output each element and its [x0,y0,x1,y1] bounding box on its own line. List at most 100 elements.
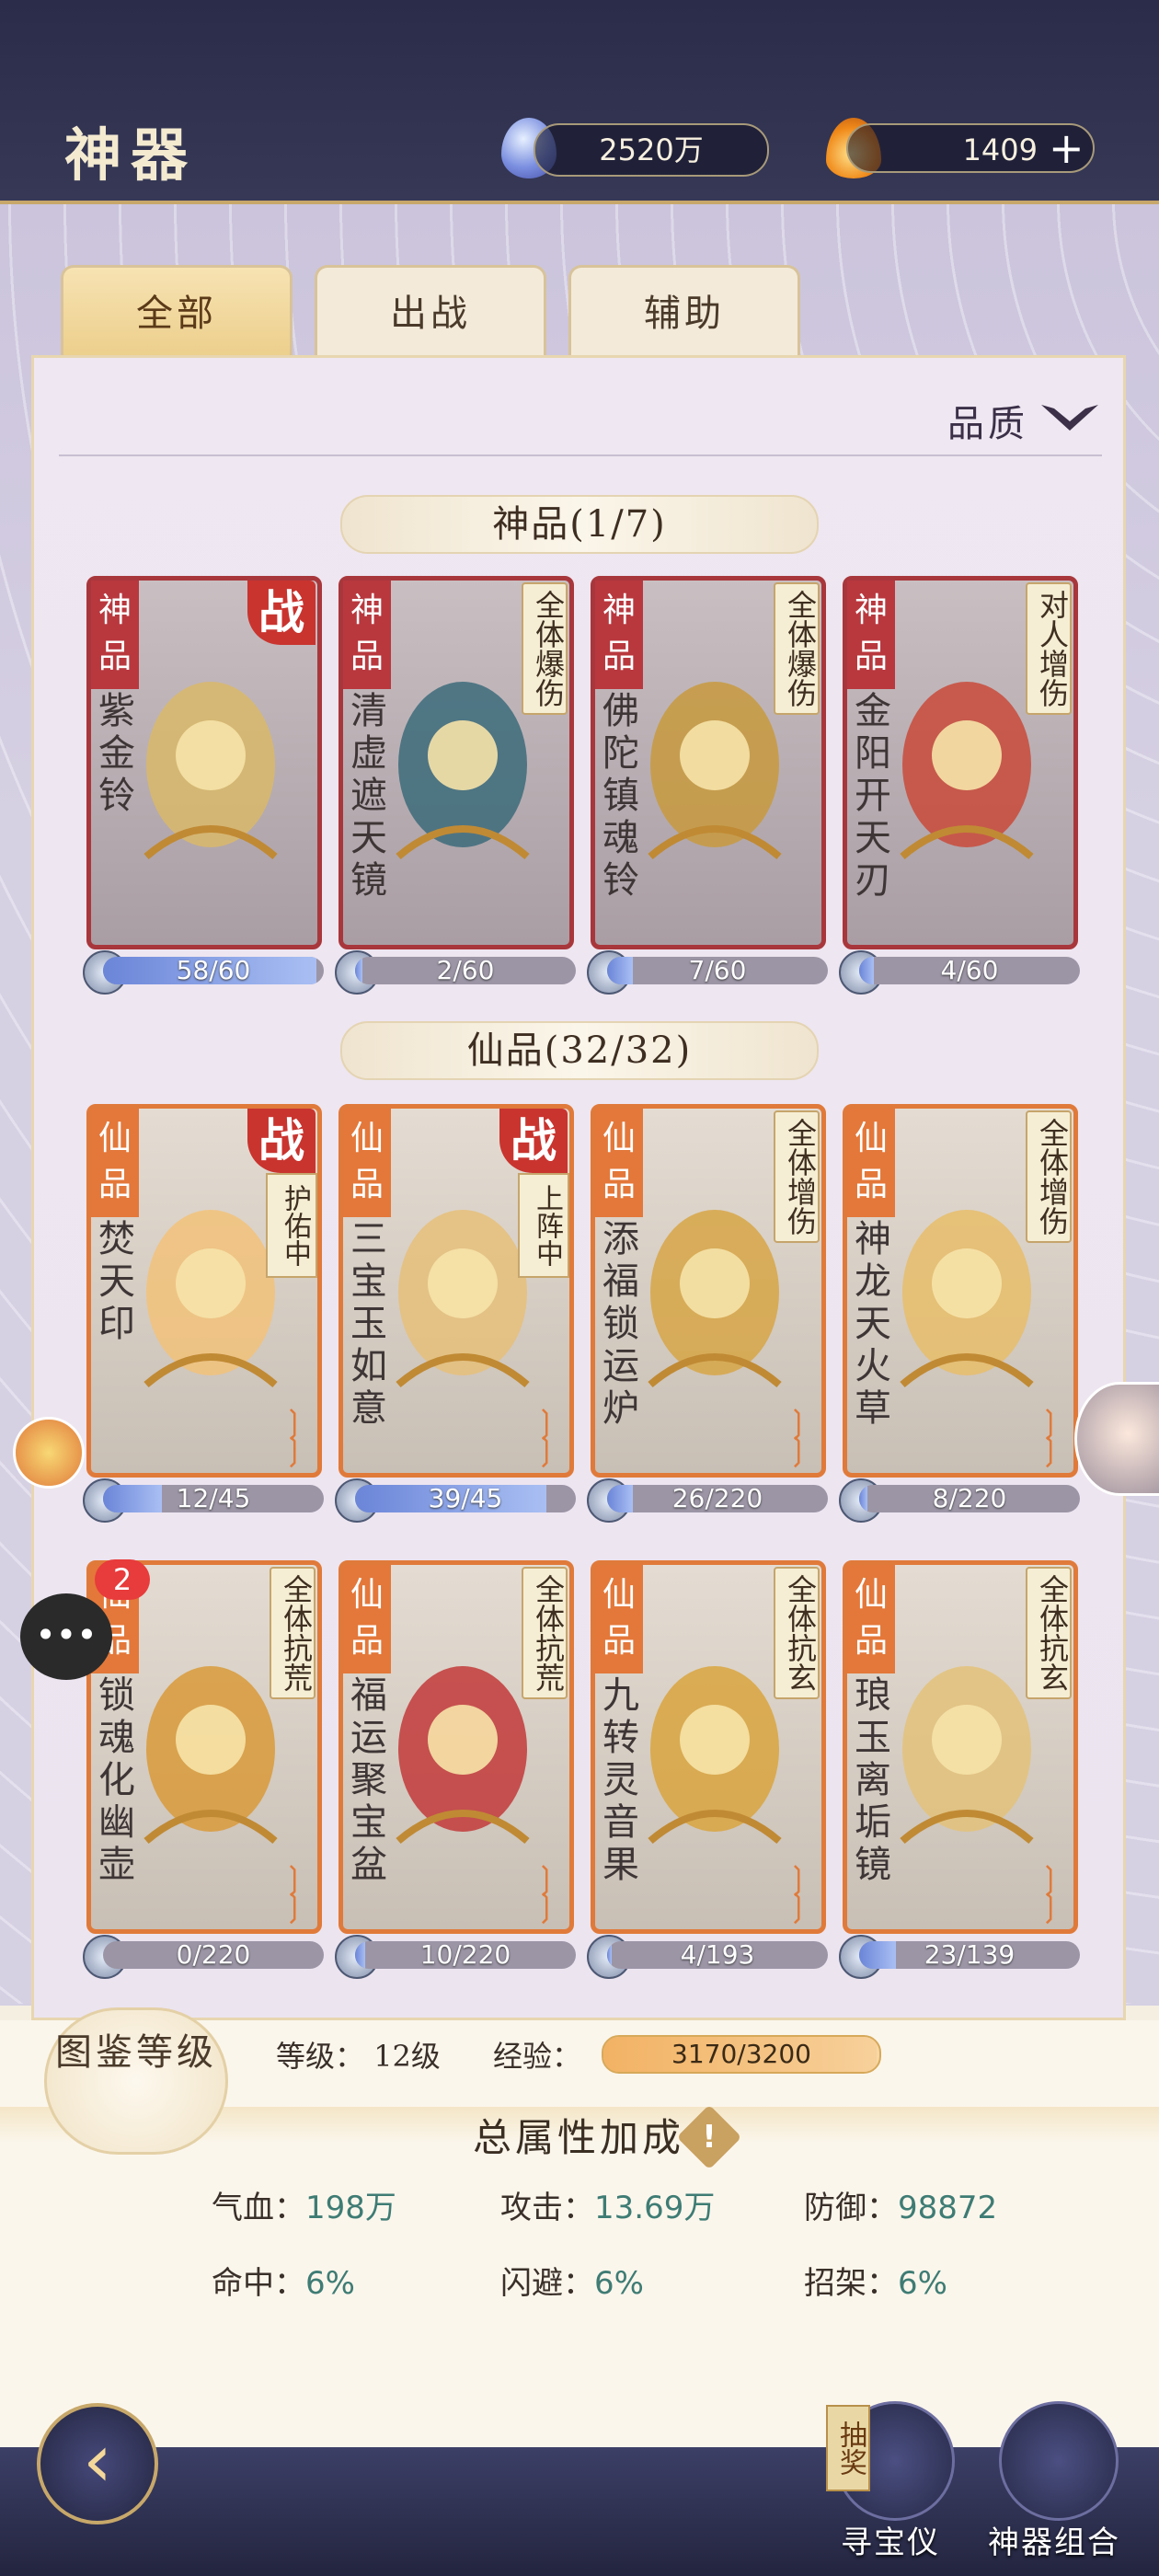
effect-tag: 全体抗荒 [270,1567,316,1699]
effect-tag: 全体增伤 [774,1110,820,1243]
exp-label: 经验： [493,2039,582,2074]
artifact-card[interactable]: 仙品 九转灵音果 全体抗玄 ❳ ❳ [591,1560,826,1934]
progress-text: 4/60 [940,957,999,984]
tab-all[interactable]: 全部 [61,265,293,357]
artifact-name: 佛陀镇魂铃 [596,691,638,903]
cloud-ornament-icon: ❳ ❳ [1036,1404,1063,1468]
grade-label: 神品 [595,581,643,689]
fragment-progress: 58/60 [103,957,324,984]
cloud-ornament-icon: ❳ ❳ [280,1404,307,1468]
stat-hit: 命中：6% [212,2265,355,2302]
fragment-progress: 12/45 [103,1485,324,1512]
quality-filter-label[interactable]: 品质 [947,394,1028,447]
effect-tag: 全体爆伤 [522,582,568,715]
grade-label: 仙品 [91,1109,139,1217]
artifact-art-icon [900,1666,1034,1845]
artifact-card[interactable]: 仙品锁魂化幽壶全体抗荒❳❳2 [86,1559,322,1934]
artifact-combo-button[interactable] [999,2401,1119,2521]
effect-tag: 全体抗玄 [1026,1567,1072,1699]
artifact-card[interactable]: 仙品 神龙天火草 全体增伤 ❳ ❳ [843,1104,1078,1478]
tab-support[interactable]: 辅助 [568,265,800,357]
battle-mark: 战 [247,581,316,645]
stat-defense: 防御：98872 [804,2190,998,2226]
stat-parry: 招架：6% [804,2265,947,2302]
artifact-art-icon [143,682,278,860]
divider [59,454,1102,456]
grade-label: 仙品 [847,1565,895,1673]
atlas-level: 等级： 12级 [276,2039,441,2074]
deploy-status: 上阵中 [518,1173,569,1278]
currency1-display: 2520万 [534,123,769,177]
mascot-shortcut-icon[interactable] [13,1417,85,1489]
character-avatar[interactable] [1074,1382,1159,1496]
cloud-ornament-icon: ❳ ❳ [784,1860,811,1925]
artifact-name: 琅玉离垢镜 [848,1675,890,1887]
artifact-name: 清虚遮天镜 [344,691,386,903]
deploy-status: 护佑中 [266,1173,317,1278]
fragment-progress: 2/60 [355,957,576,984]
artifact-card[interactable]: 仙品 焚天印 战护佑中 ❳ ❳ [86,1104,322,1478]
artifact-art-icon [648,682,782,860]
progress-text: 12/45 [176,1485,251,1512]
effect-tag: 全体爆伤 [774,582,820,715]
fragment-progress: 4/193 [607,1941,828,1969]
artifact-card[interactable]: 神品 紫金铃 战 [86,576,322,949]
fragment-progress: 0/220 [103,1941,324,1969]
bottom-nav [0,2447,1159,2576]
battle-mark: 战 [499,1109,568,1173]
grade-label: 神品 [343,581,391,689]
exp-bar: 3170/3200 [602,2035,881,2074]
grade-label: 仙品 [343,1565,391,1673]
chat-bubble-icon[interactable]: ••• [20,1593,112,1680]
stat-attack: 攻击：13.69万 [500,2190,716,2226]
stat-dodge: 闪避：6% [500,2265,644,2302]
progress-text: 58/60 [176,957,251,984]
artifact-combo-label: 神器组合 [988,2524,1120,2561]
artifact-card[interactable]: 神品 佛陀镇魂铃 全体爆伤 [591,576,826,949]
notification-badge: 2 [95,1559,150,1600]
artifact-art-icon [900,1210,1034,1388]
artifact-card[interactable]: 仙品 福运聚宝盆 全体抗荒 ❳ ❳ [339,1560,574,1934]
artifact-name: 福运聚宝盆 [344,1675,386,1887]
fragment-progress: 26/220 [607,1485,828,1512]
grade-label: 神品 [91,581,139,689]
progress-text: 7/60 [688,957,747,984]
info-icon[interactable]: ! [676,2104,742,2170]
artifact-art-icon [396,1666,530,1845]
tab-battle[interactable]: 出战 [315,265,546,357]
artifact-art-icon [648,1666,782,1845]
page-title: 神器 [64,121,198,189]
artifact-card[interactable]: 仙品 添福锁运炉 全体增伤 ❳ ❳ [591,1104,826,1478]
stat-hp: 气血：198万 [212,2190,396,2226]
fragment-progress: 4/60 [859,957,1080,984]
grade-label: 神品 [847,581,895,689]
progress-text: 4/193 [680,1941,755,1969]
artifact-card[interactable]: 仙品 三宝玉如意 战上阵中 ❳ ❳ [339,1104,574,1478]
add-currency-button[interactable]: + [1049,127,1084,169]
fragment-progress: 10/220 [355,1941,576,1969]
cloud-ornament-icon: ❳ ❳ [532,1404,559,1468]
battle-mark: 战 [247,1109,316,1173]
artifact-name: 三宝玉如意 [344,1219,386,1431]
fragment-progress: 7/60 [607,957,828,984]
effect-tag: 全体增伤 [1026,1110,1072,1243]
back-button[interactable]: ‹ [37,2403,158,2524]
artifact-card[interactable]: 神品 清虚遮天镜 全体爆伤 [339,576,574,949]
atlas-level-badge[interactable]: 图鉴等级 [44,2007,228,2155]
artifact-card[interactable]: 仙品 琅玉离垢镜 全体抗玄 ❳ ❳ [843,1560,1078,1934]
artifact-name: 神龙天火草 [848,1219,890,1431]
artifact-name: 九转灵音果 [596,1675,638,1887]
artifact-art-icon [396,682,530,860]
progress-text: 8/220 [932,1485,1007,1512]
grade-label: 仙品 [343,1109,391,1217]
cloud-ornament-icon: ❳ ❳ [1036,1860,1063,1925]
quality-filter-icon[interactable] [1038,396,1102,436]
progress-text: 10/220 [419,1941,511,1969]
artifact-card[interactable]: 神品 金阳开天刃 对人增伤 [843,576,1078,949]
grade-label: 仙品 [595,1565,643,1673]
effect-tag: 全体抗玄 [774,1567,820,1699]
artifact-art-icon [900,682,1034,860]
cloud-ornament-icon: ❳ ❳ [784,1404,811,1468]
progress-text: 2/60 [436,957,495,984]
progress-text: 0/220 [176,1941,251,1969]
